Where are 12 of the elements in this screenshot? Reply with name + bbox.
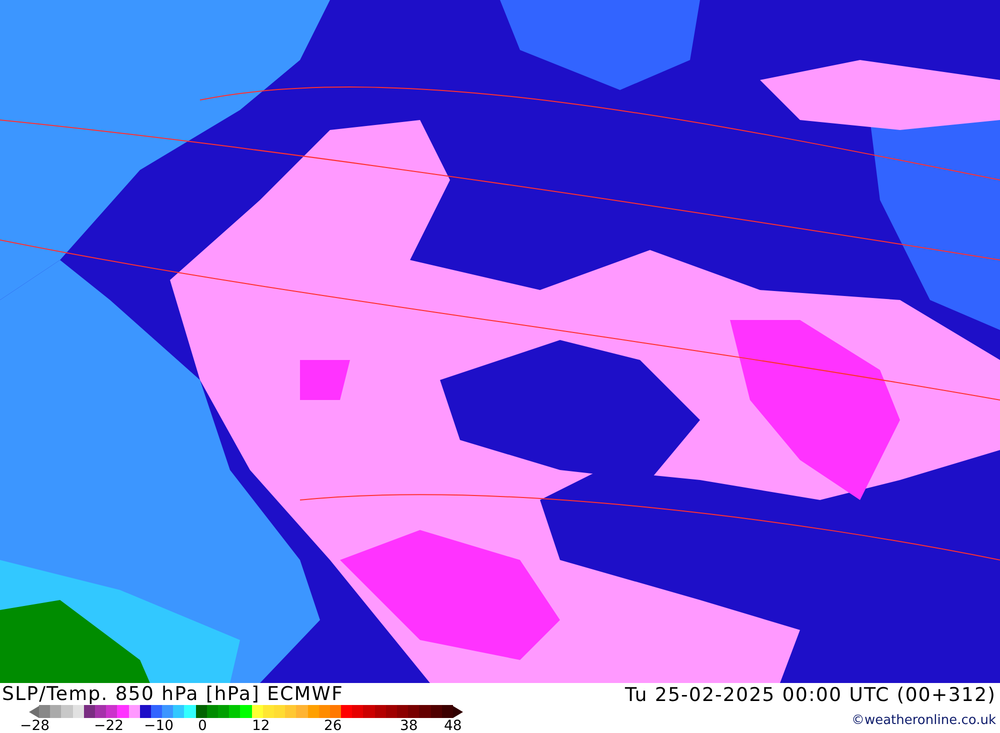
scale-tick-label: 12: [252, 718, 270, 733]
valid-time: Tu 25-02-2025 00:00 UTC (00+312): [625, 683, 996, 707]
credit-link[interactable]: ©weatheronline.co.uk: [851, 713, 996, 728]
scale-tick-label: −10: [144, 718, 174, 733]
scale-tick-label: −22: [94, 718, 124, 733]
scale-tick-label: 0: [198, 718, 207, 733]
right-arrow-icon: [452, 706, 463, 718]
scale-tick-label: 48: [444, 718, 462, 733]
chart-title: SLP/Temp. 850 hPa [hPa] ECMWF: [2, 683, 344, 705]
scale-tick-label: 38: [400, 718, 418, 733]
scale-tick-label: 26: [324, 718, 342, 733]
scale-tick-label: −28: [20, 718, 50, 733]
